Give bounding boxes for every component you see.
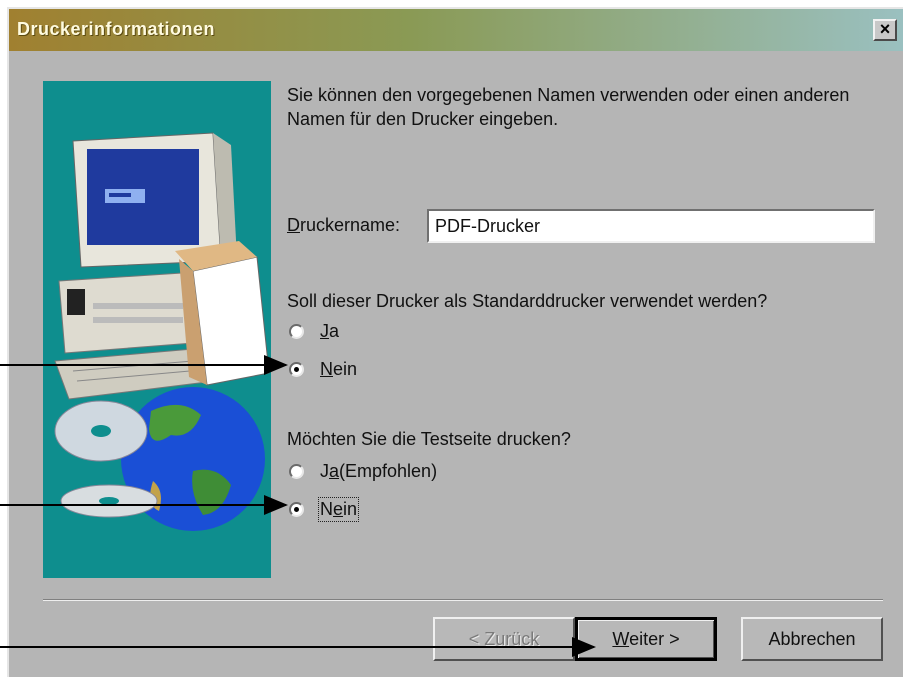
annotation-arrows: [0, 355, 596, 657]
